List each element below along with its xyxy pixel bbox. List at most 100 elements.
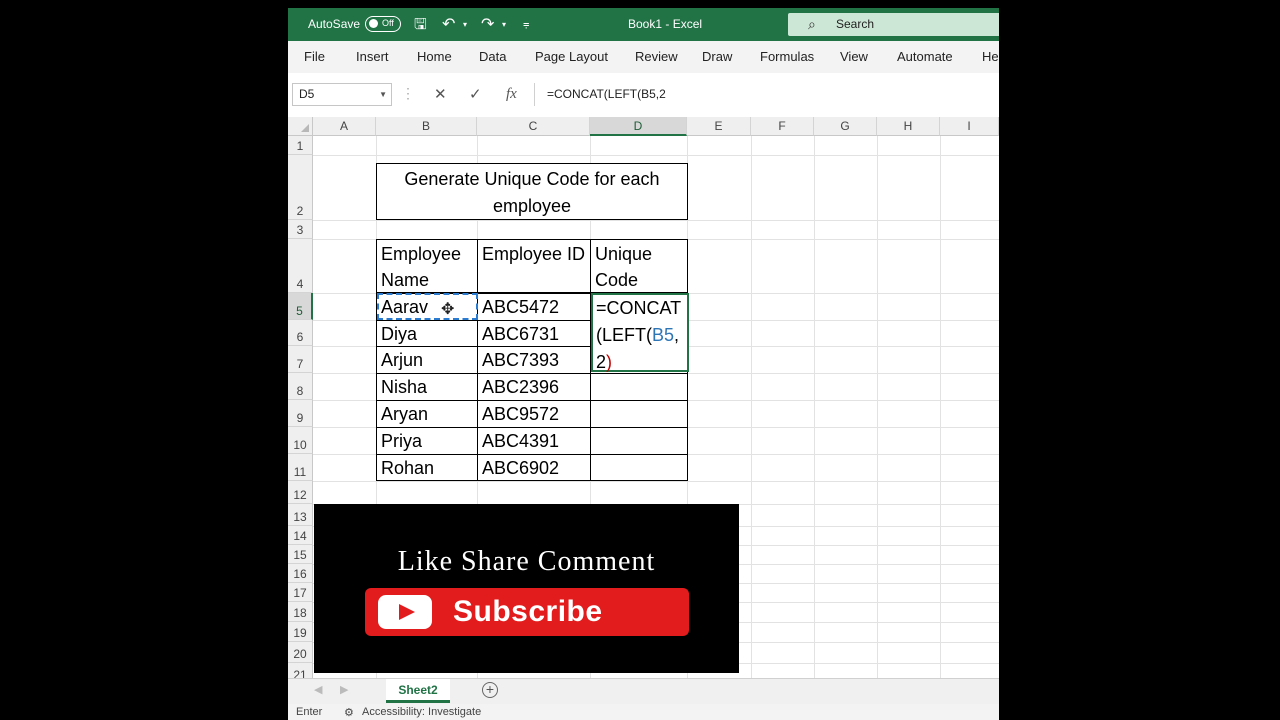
employee-id-cell[interactable]: ABC6731 bbox=[477, 320, 591, 347]
row-header-17[interactable]: 17 bbox=[288, 583, 313, 602]
row-header-14[interactable]: 14 bbox=[288, 526, 313, 545]
search-icon: ⌕ bbox=[808, 16, 816, 32]
cancel-icon[interactable]: ✕ bbox=[434, 83, 447, 106]
undo-icon[interactable]: ↶ bbox=[442, 8, 455, 41]
column-header-h[interactable]: H bbox=[877, 117, 940, 136]
employee-id-cell[interactable]: ABC7393 bbox=[477, 346, 591, 374]
tab-formulas[interactable]: Formulas bbox=[760, 41, 814, 73]
formula-ref: B5 bbox=[652, 325, 675, 345]
header-employee-id[interactable]: Employee ID bbox=[477, 239, 591, 293]
prev-sheet-icon[interactable]: ◀ bbox=[314, 683, 322, 696]
window-title: Book1 - Excel bbox=[628, 17, 703, 31]
row-header-11[interactable]: 11 bbox=[288, 454, 313, 481]
subscribe-button[interactable]: Subscribe bbox=[365, 588, 689, 636]
employee-id-cell[interactable]: ABC6902 bbox=[477, 454, 591, 481]
row-header-19[interactable]: 19 bbox=[288, 622, 313, 642]
enter-check-icon[interactable]: ✓ bbox=[469, 83, 482, 106]
chevron-down-icon[interactable]: ▼ bbox=[379, 84, 387, 105]
formula-close-paren: ) bbox=[606, 352, 613, 372]
unique-code-cell[interactable] bbox=[590, 454, 688, 481]
save-icon[interactable]: 🖫 bbox=[414, 8, 427, 41]
column-header-f[interactable]: F bbox=[751, 117, 814, 136]
employee-id-cell[interactable]: ABC5472 bbox=[477, 293, 591, 321]
employee-name-cell[interactable]: Aryan bbox=[376, 400, 478, 428]
row-header-16[interactable]: 16 bbox=[288, 564, 313, 583]
title-bar: AutoSave Off 🖫 ↶ ▾ ↷ ▾ ⩦ Book1 - Excel ⌕… bbox=[288, 8, 999, 41]
redo-icon[interactable]: ↷ bbox=[481, 8, 494, 41]
unique-code-cell[interactable] bbox=[590, 400, 688, 428]
sheet-tab-active[interactable]: Sheet2 bbox=[386, 679, 450, 703]
worksheet-grid[interactable]: ABCDEFGHI 1 2 3 4 5 6 7 8 9 10 11 12 13 14 15 16 17 18 19 2… bbox=[288, 117, 999, 684]
autosave-toggle[interactable]: Off bbox=[365, 16, 401, 32]
row-header-18[interactable]: 18 bbox=[288, 602, 313, 622]
undo-dropdown-icon[interactable]: ▾ bbox=[463, 8, 467, 41]
tab-home[interactable]: Home bbox=[417, 41, 452, 73]
search-label: Search bbox=[836, 17, 875, 31]
tab-help[interactable]: Hel bbox=[982, 41, 999, 73]
select-all-corner[interactable] bbox=[288, 117, 313, 136]
row-header-13[interactable]: 13 bbox=[288, 504, 313, 526]
employee-id-cell[interactable]: ABC4391 bbox=[477, 427, 591, 455]
tab-page-layout[interactable]: Page Layout bbox=[535, 41, 608, 73]
column-header-g[interactable]: G bbox=[814, 117, 877, 136]
tab-view[interactable]: View bbox=[840, 41, 868, 73]
column-header-a[interactable]: A bbox=[313, 117, 376, 136]
name-box-value: D5 bbox=[299, 87, 315, 101]
employee-id-cell[interactable]: ABC2396 bbox=[477, 373, 591, 401]
employee-name-cell[interactable]: Arjun bbox=[376, 346, 478, 374]
ribbon-tabs: File Insert Home Data Page Layout Review… bbox=[288, 41, 999, 74]
referenced-cell-marker bbox=[377, 293, 478, 320]
column-header-c[interactable]: C bbox=[477, 117, 590, 136]
employee-name-cell[interactable]: Diya bbox=[376, 320, 478, 347]
accessibility-icon[interactable]: ⚙ bbox=[344, 706, 354, 719]
status-bar: Enter ⚙ Accessibility: Investigate bbox=[288, 704, 999, 720]
column-header-i[interactable]: I bbox=[940, 117, 999, 136]
insert-function-icon[interactable]: fx bbox=[506, 83, 517, 106]
row-header-7[interactable]: 7 bbox=[288, 346, 313, 373]
tab-file[interactable]: File bbox=[304, 41, 325, 73]
employee-name-cell[interactable]: Priya bbox=[376, 427, 478, 455]
row-header-5[interactable]: 5 bbox=[288, 293, 313, 320]
unique-code-cell[interactable] bbox=[590, 373, 688, 401]
row-header-9[interactable]: 9 bbox=[288, 400, 313, 427]
column-header-b[interactable]: B bbox=[376, 117, 477, 136]
sheet-title-cell[interactable]: Generate Unique Code for each employee bbox=[376, 163, 688, 220]
row-header-4[interactable]: 4 bbox=[288, 239, 313, 293]
row-header-10[interactable]: 10 bbox=[288, 427, 313, 454]
tab-draw[interactable]: Draw bbox=[702, 41, 732, 73]
next-sheet-icon[interactable]: ▶ bbox=[340, 683, 348, 696]
employee-id-cell[interactable]: ABC9572 bbox=[477, 400, 591, 428]
row-header-20[interactable]: 20 bbox=[288, 642, 313, 663]
accessibility-status[interactable]: Accessibility: Investigate bbox=[362, 706, 481, 718]
tab-insert[interactable]: Insert bbox=[356, 41, 389, 73]
formula-input[interactable]: =CONCAT(LEFT(B5,2 bbox=[534, 83, 999, 106]
unique-code-cell[interactable] bbox=[590, 427, 688, 455]
autosave-label: AutoSave bbox=[308, 17, 361, 31]
row-header-6[interactable]: 6 bbox=[288, 320, 313, 346]
customize-toolbar-icon[interactable]: ⩦ bbox=[523, 8, 529, 41]
header-unique-code[interactable]: Unique Code bbox=[590, 239, 688, 293]
add-sheet-icon[interactable]: + bbox=[482, 682, 498, 698]
search-box[interactable]: ⌕ Search bbox=[788, 13, 999, 36]
gridline-horizontal bbox=[313, 220, 999, 221]
row-header-2[interactable]: 2 bbox=[288, 155, 313, 220]
row-header-15[interactable]: 15 bbox=[288, 545, 313, 564]
column-header-e[interactable]: E bbox=[687, 117, 751, 136]
row-header-1[interactable]: 1 bbox=[288, 136, 313, 155]
row-header-12[interactable]: 12 bbox=[288, 481, 313, 504]
employee-name-cell[interactable]: Rohan bbox=[376, 454, 478, 481]
name-box[interactable]: D5 ▼ bbox=[292, 83, 392, 106]
tab-automate[interactable]: Automate bbox=[897, 41, 953, 73]
tab-data[interactable]: Data bbox=[479, 41, 506, 73]
redo-dropdown-icon[interactable]: ▾ bbox=[502, 8, 506, 41]
row-header-3[interactable]: 3 bbox=[288, 220, 313, 239]
tab-review[interactable]: Review bbox=[635, 41, 678, 73]
gridline-horizontal bbox=[313, 481, 999, 482]
employee-name-cell[interactable]: Nisha bbox=[376, 373, 478, 401]
status-mode: Enter bbox=[296, 706, 323, 718]
active-cell-editor[interactable]: =CONCAT(LEFT(B5,2) bbox=[591, 293, 689, 372]
row-header-8[interactable]: 8 bbox=[288, 373, 313, 400]
gridline-horizontal bbox=[313, 155, 999, 156]
column-header-d[interactable]: D bbox=[590, 117, 687, 136]
header-employee-name[interactable]: Employee Name bbox=[376, 239, 478, 293]
